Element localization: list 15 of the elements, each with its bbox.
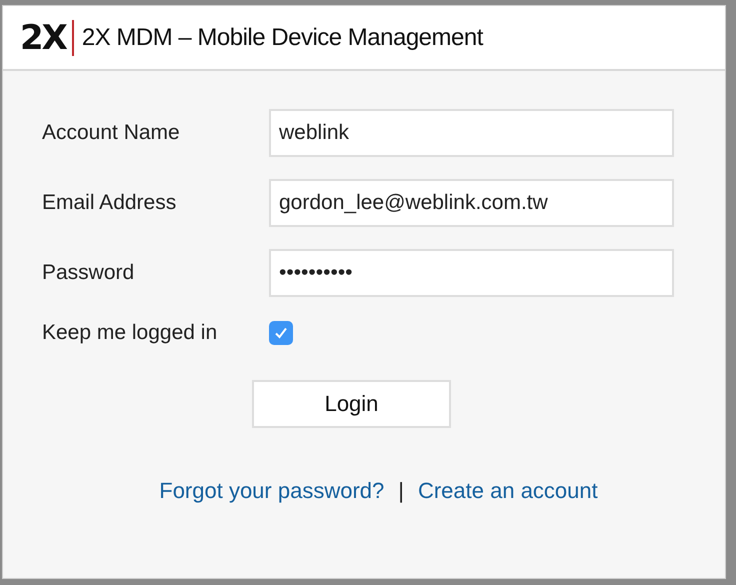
field-label: Account Name (42, 121, 181, 145)
remember-checkbox[interactable] (269, 321, 293, 345)
input-field[interactable]: •••••••••• (269, 249, 674, 297)
create-account-link[interactable]: Create an account (418, 478, 598, 504)
field-label: Password (42, 261, 136, 285)
forgot-password-link[interactable]: Forgot your password? (159, 478, 384, 504)
field-label: Email Address (42, 191, 178, 215)
checkbox-label: Keep me logged in (42, 320, 218, 346)
input-field[interactable]: gordon_lee@weblink.com.tw (269, 179, 674, 227)
app-title: 2X MDM – Mobile Device Management (82, 24, 483, 52)
input-field[interactable]: weblink (269, 109, 674, 157)
login-button[interactable]: Login (252, 380, 451, 428)
logo: 2X (20, 20, 74, 56)
check-icon (273, 325, 289, 341)
link-separator: | (398, 478, 404, 504)
